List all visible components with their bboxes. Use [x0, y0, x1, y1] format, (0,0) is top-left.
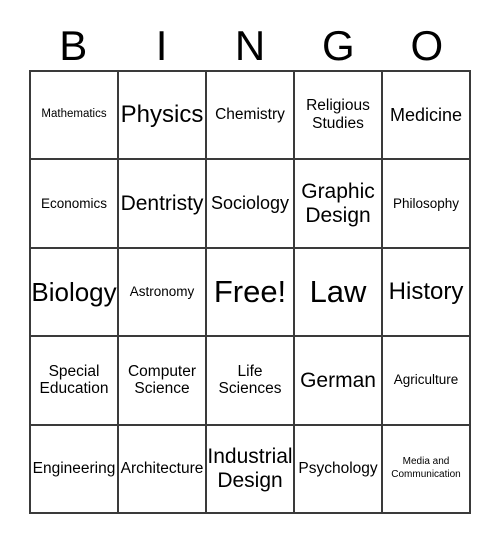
bingo-cell-religious-studies[interactable]: Religious Studies	[295, 72, 383, 161]
bingo-cell-chemistry[interactable]: Chemistry	[207, 72, 295, 161]
bingo-cell-label: Dentristy	[120, 191, 204, 215]
bingo-header-letter-i: I	[155, 22, 168, 69]
bingo-cell-label: Industrial Design	[207, 445, 293, 492]
bingo-cell-biology[interactable]: Biology	[31, 248, 119, 338]
bingo-cell-special-education[interactable]: Special Education	[31, 337, 119, 426]
bingo-cell-label: German	[300, 368, 376, 392]
bingo-cell-label: Computer Science	[127, 362, 197, 398]
bingo-cell-label: Architecture	[120, 459, 204, 477]
bingo-cell-law[interactable]: Law	[295, 248, 383, 338]
bingo-cell-history[interactable]: History	[383, 248, 471, 338]
bingo-cell-philosophy[interactable]: Philosophy	[383, 160, 471, 249]
bingo-header-letter-b: B	[59, 22, 88, 69]
bingo-cell-label: Medicine	[389, 104, 463, 125]
bingo-cell-life-sciences[interactable]: Life Sciences	[207, 337, 295, 426]
bingo-cell-label: Chemistry	[215, 106, 285, 124]
bingo-cell-physics[interactable]: Physics	[119, 72, 207, 161]
bingo-cell-computer-science[interactable]: Computer Science	[119, 337, 207, 426]
bingo-cell-industrial-design[interactable]: Industrial Design	[207, 425, 295, 514]
bingo-cell-label: Religious Studies	[306, 97, 370, 133]
bingo-cell-label: Media and Communication	[391, 456, 461, 480]
bingo-cell-label: Free!	[213, 273, 287, 309]
bingo-cell-label: Physics	[120, 101, 204, 128]
bingo-cell-label: Life Sciences	[218, 362, 282, 398]
bingo-cell-free[interactable]: Free!	[207, 248, 295, 338]
bingo-cell-label: Engineering	[32, 459, 116, 477]
bingo-cell-label: Astronomy	[129, 284, 195, 300]
bingo-cell-economics[interactable]: Economics	[31, 160, 119, 249]
bingo-header-row: BINGO	[29, 22, 471, 70]
bingo-cell-german[interactable]: German	[295, 337, 383, 426]
bingo-cell-label: Philosophy	[392, 195, 460, 211]
bingo-cell-sociology[interactable]: Sociology	[207, 160, 295, 249]
bingo-cell-architecture[interactable]: Architecture	[119, 425, 207, 514]
bingo-cell-media-and-communication[interactable]: Media and Communication	[383, 425, 471, 514]
bingo-cell-mathematics[interactable]: Mathematics	[31, 72, 119, 161]
bingo-cell-graphic-design[interactable]: Graphic Design	[295, 160, 383, 249]
bingo-header-letter-n: N	[234, 22, 266, 69]
bingo-cell-astronomy[interactable]: Astronomy	[119, 248, 207, 338]
bingo-cell-label: Graphic Design	[301, 180, 375, 227]
bingo-grid: Mathematics Physics Chemistry Religious Stu…	[29, 70, 471, 514]
bingo-cell-engineering[interactable]: Engineering	[31, 425, 119, 514]
bingo-header-letter-g: G	[322, 22, 355, 69]
bingo-cell-psychology[interactable]: Psychology	[295, 425, 383, 514]
bingo-cell-label: Sociology	[210, 193, 290, 214]
bingo-cell-label: Law	[309, 273, 367, 309]
bingo-cell-label: Special Education	[39, 362, 109, 398]
bingo-cell-label: Agriculture	[393, 372, 459, 388]
bingo-cell-label: Mathematics	[41, 108, 107, 121]
bingo-cell-medicine[interactable]: Medicine	[383, 72, 471, 161]
bingo-cell-agriculture[interactable]: Agriculture	[383, 337, 471, 426]
bingo-header-letter-o: O	[410, 22, 444, 69]
bingo-card: B I N G O Mathematics Physics Chemistry Religio…	[0, 0, 500, 544]
bingo-cell-label: History	[388, 277, 464, 305]
bingo-cell-label: Psychology	[298, 459, 378, 477]
bingo-cell-dentristy[interactable]: Dentristy	[119, 160, 207, 249]
bingo-cell-label: Biology	[31, 276, 117, 307]
bingo-cell-label: Economics	[40, 195, 108, 211]
